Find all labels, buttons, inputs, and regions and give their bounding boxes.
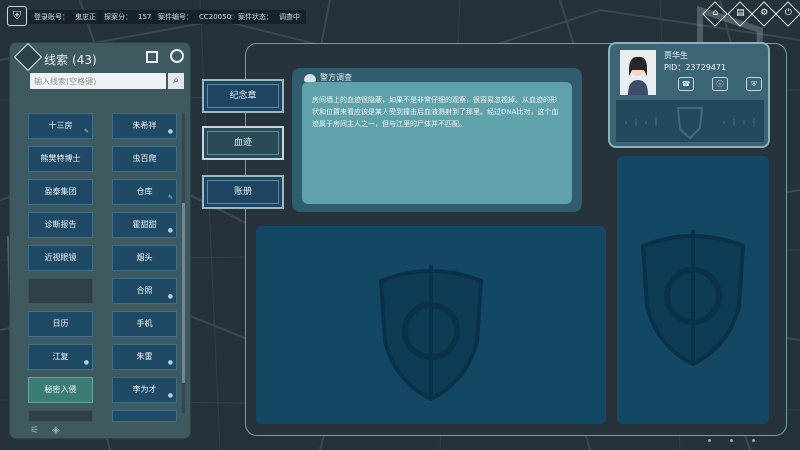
clue-item[interactable]: 近视眼镜 [28, 245, 93, 271]
login-info: 登录账号： 鬼忠正 [28, 10, 102, 24]
clue-item[interactable]: 江复 ● [28, 344, 93, 370]
evidence-slot-tall[interactable] [617, 156, 769, 424]
clue-list: 十三房 ✎ 朱希祥 ● 熊樊特博士 虫百爬 盈泰集团 仓库 ✎ 诊断报告 霍甜甜 ● 近… [28, 113, 178, 433]
home-icon[interactable]: ⌂ [702, 1, 728, 27]
gear-marker-icon: ● [167, 359, 173, 366]
evidence-slot-large[interactable] [256, 226, 606, 424]
clue-badge-icon [13, 42, 43, 72]
detail-body-box: 房间墙上的血迹很隐蔽，如果不是非常仔细的观察，很容易忽视掉。从血迹的形状和位置来… [302, 82, 572, 204]
clue-item[interactable]: 朱雷 ● [112, 344, 177, 370]
clue-item[interactable]: 熊樊特博士 [28, 146, 93, 172]
tab-medal[interactable]: 纪念章 [202, 79, 284, 113]
clue-item-selected[interactable]: 秘密入侵 [28, 377, 93, 403]
top-status-bar: ⛨ 登录账号： 鬼忠正 探案分： 157 案件编号： CC200505 案件状态： 调查… [0, 0, 800, 32]
clue-item[interactable]: 李为才 ● [112, 377, 177, 403]
clue-item-partial[interactable] [28, 410, 93, 422]
gear-marker-icon: ● [167, 128, 173, 135]
tab-bloodstain[interactable]: 血迹 [202, 126, 284, 160]
agency-badge-icon: ⛨ [7, 6, 27, 26]
exit-icon[interactable]: ⏻ [775, 1, 800, 27]
gear-marker-icon: ● [167, 392, 173, 399]
clue-item[interactable]: 虫百爬 [112, 146, 177, 172]
gear-marker-icon: ● [167, 227, 173, 234]
gear-marker-icon: ● [167, 293, 173, 300]
clue-item[interactable]: 合照 ● [112, 278, 177, 304]
case-state-info: 案件状态： 调查中 [232, 10, 306, 24]
clue-item-partial[interactable] [112, 410, 177, 422]
note-marker-icon: ✎ [83, 128, 89, 135]
badge-icon[interactable]: ⛨ [746, 77, 762, 91]
shield-emblem-icon [378, 265, 484, 401]
clue-item[interactable]: 盈泰集团 [28, 179, 93, 205]
clue-item[interactable]: 日历 [28, 311, 93, 337]
shield-emblem-icon [640, 230, 746, 366]
clue-item-empty[interactable] [28, 278, 93, 304]
filter-icon[interactable]: ⚟ [30, 425, 39, 436]
settings-icon[interactable]: ⚙ [751, 1, 777, 27]
search-icon[interactable]: ⌕ [168, 73, 184, 89]
clue-item[interactable]: 仓库 ✎ [112, 179, 177, 205]
clue-item[interactable]: 烟头 [112, 245, 177, 271]
case-file-icon[interactable]: ▤ [727, 1, 753, 27]
clue-item[interactable]: 朱希祥 ● [112, 113, 177, 139]
police-cap-icon [304, 73, 316, 82]
contact-icon[interactable]: ☎ [678, 77, 694, 91]
detective-name: 贾华生 [664, 51, 688, 60]
clue-item[interactable]: 诊断报告 [28, 212, 93, 238]
clue-panel: 线索(43) ⌕ 十三房✎ 朱希祥● 熊樊特博士 虫百爬 盈泰集团 仓库✎ 诊断… [10, 42, 190, 438]
clue-panel-title: 线索 (43) [44, 53, 97, 67]
avatar [620, 50, 656, 95]
layers-icon[interactable]: ◈ [52, 425, 60, 436]
tab-ledger[interactable]: 账册 [202, 175, 284, 209]
clue-scrollbar-thumb[interactable] [182, 203, 185, 383]
clue-search-input[interactable] [30, 73, 166, 89]
gear-marker-icon: ● [83, 359, 89, 366]
note-marker-icon: ✎ [167, 194, 173, 201]
profile-signal-bar [616, 100, 764, 142]
detail-body-text: 房间墙上的血迹很隐蔽，如果不是非常仔细的观察，很容易忽视掉。从血迹的形状和位置来… [312, 96, 559, 128]
detail-card: 警方调查 房间墙上的血迹很隐蔽，如果不是非常仔细的观察，很容易忽视掉。从血迹的形… [292, 68, 582, 212]
clue-item[interactable]: 十三房 ✎ [28, 113, 93, 139]
info-icon[interactable]: ⓘ [712, 77, 728, 91]
detective-pid: PID：23729471 [664, 63, 727, 72]
clue-item[interactable]: 手机 [112, 311, 177, 337]
network-icon[interactable] [170, 49, 184, 63]
copy-icon[interactable] [146, 51, 158, 63]
clue-item[interactable]: 霍甜甜 ● [112, 212, 177, 238]
page-indicator [700, 439, 770, 443]
case-number-info: 案件编号： CC200505 [152, 10, 242, 24]
score-info: 探案分： 157 [98, 10, 158, 24]
detective-profile: 贾华生 PID：23729471 ☎ ⓘ ⛨ [608, 42, 770, 148]
